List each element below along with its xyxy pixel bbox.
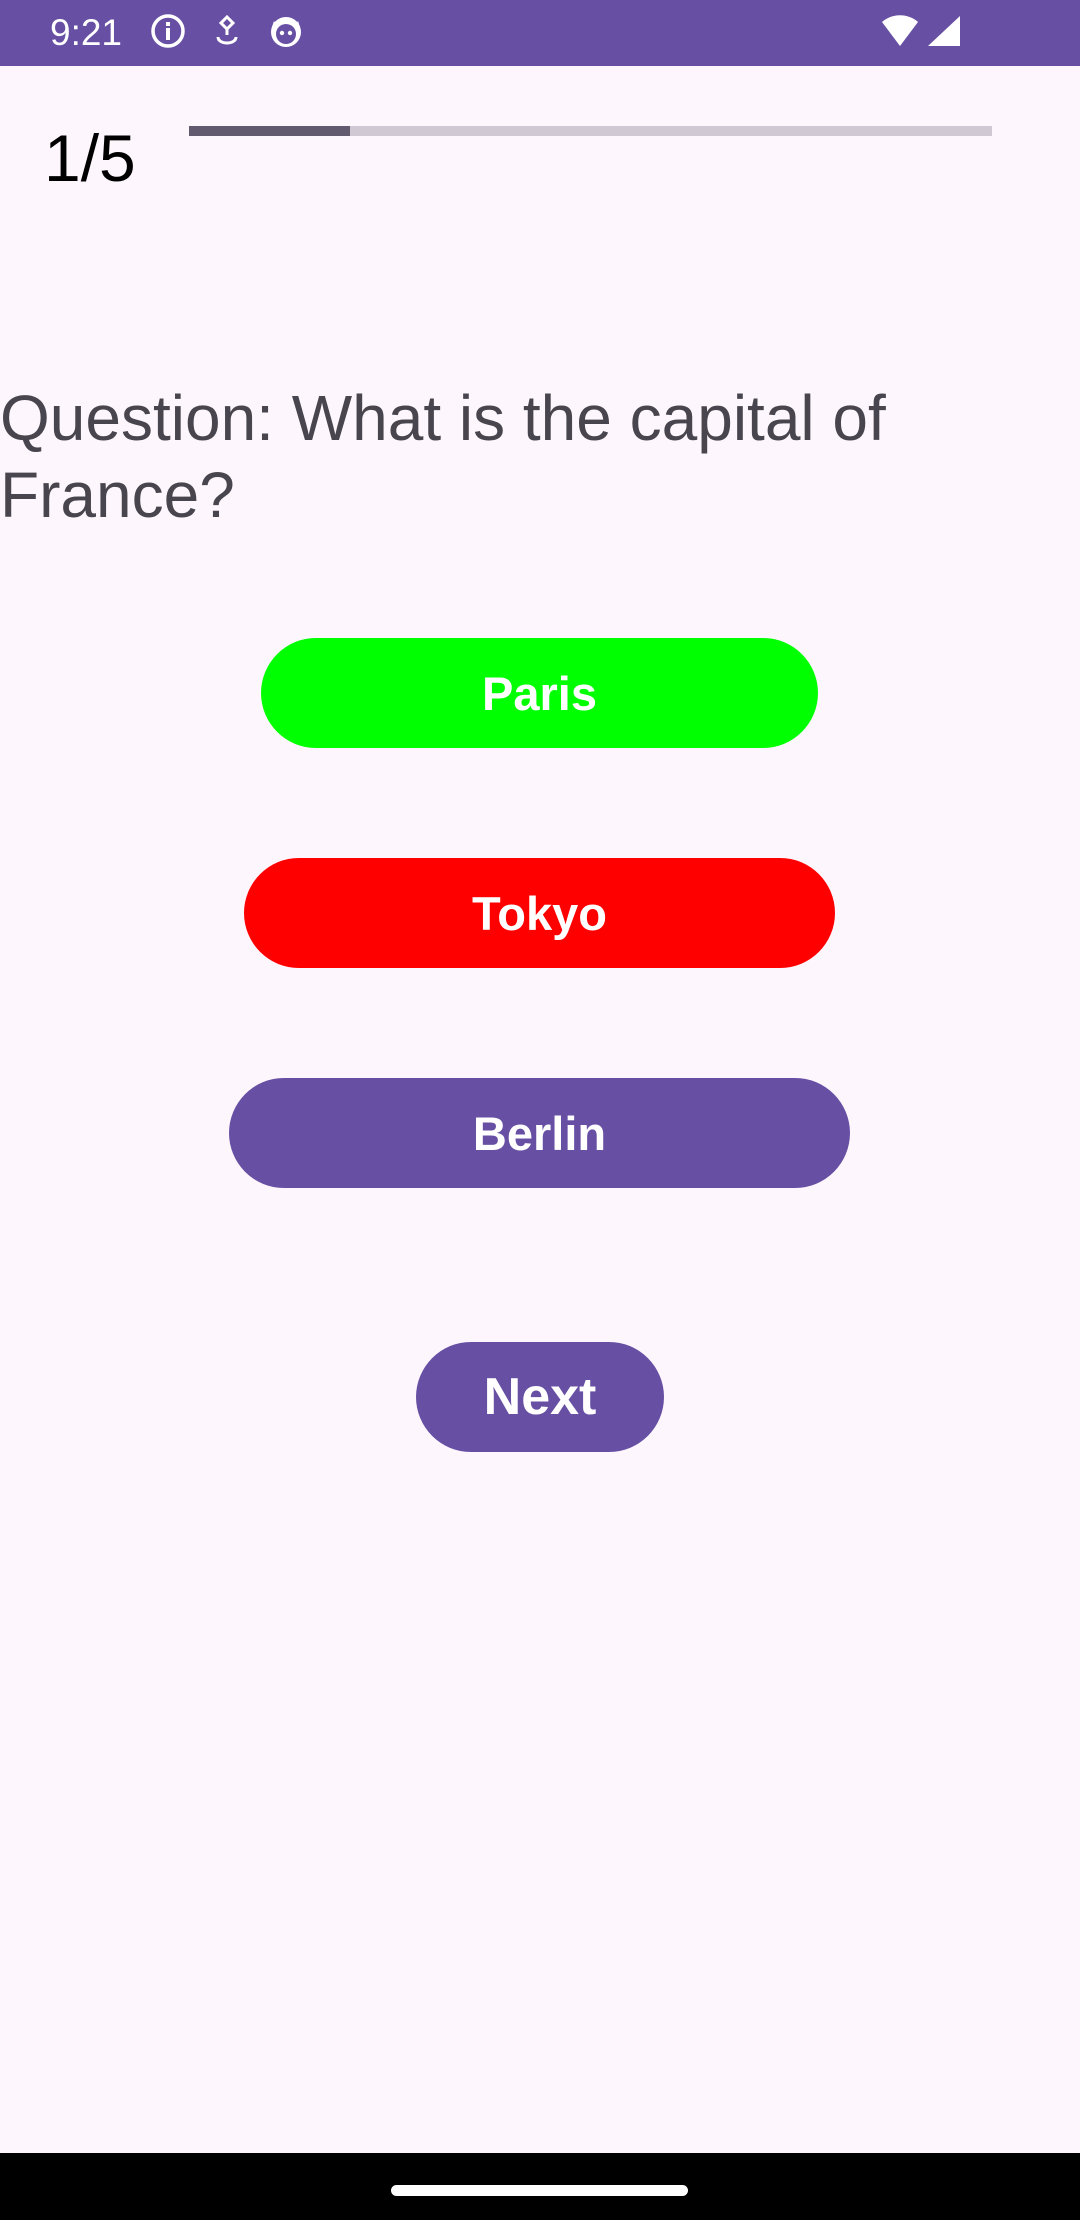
info-icon — [150, 13, 186, 54]
answer-button-tokyo[interactable]: Tokyo — [244, 858, 835, 968]
cell-signal-icon — [926, 14, 962, 53]
wifi-icon — [880, 14, 920, 53]
status-system-icons — [880, 14, 962, 53]
answer-label: Berlin — [472, 1106, 607, 1160]
status-time: 9:21 — [50, 12, 123, 53]
quiz-progress-fill — [189, 126, 350, 136]
question-counter: 1/5 — [44, 121, 136, 195]
status-notification-icons — [150, 13, 304, 54]
home-gesture-handle[interactable] — [391, 2185, 688, 2196]
location-icon — [212, 13, 242, 54]
next-button-label: Next — [483, 1368, 597, 1426]
answer-label: Paris — [482, 666, 597, 720]
answer-label: Tokyo — [472, 886, 607, 940]
answer-button-berlin[interactable]: Berlin — [229, 1078, 850, 1188]
quiz-progress-bar — [189, 126, 992, 136]
navigation-bar — [0, 2153, 1080, 2220]
status-bar: 9:21 — [0, 0, 1080, 66]
cat-face-icon — [268, 13, 304, 54]
answer-button-paris[interactable]: Paris — [261, 638, 818, 748]
question-text: Question: What is the capital of France? — [0, 382, 886, 531]
next-button[interactable]: Next — [416, 1342, 664, 1452]
